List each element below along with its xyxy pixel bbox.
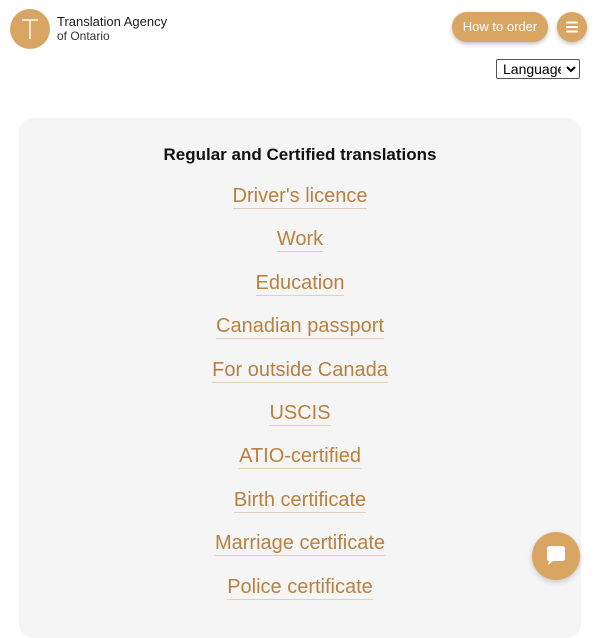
- how-to-order-button[interactable]: How to order: [452, 12, 548, 42]
- logo-text: Translation Agency of Ontario: [57, 14, 167, 44]
- language-select[interactable]: Language: [496, 59, 580, 79]
- list-item: ATIO-certified: [19, 444, 581, 487]
- site-logo[interactable]: Translation Agency of Ontario: [10, 9, 167, 49]
- logo-t-icon: [22, 19, 38, 39]
- link-marriage-certificate[interactable]: Marriage certificate: [214, 531, 386, 557]
- translation-links-list: Driver's licence Work Education Canadian…: [19, 184, 581, 618]
- link-drivers-licence[interactable]: Driver's licence: [232, 184, 368, 209]
- list-item: Marriage certificate: [19, 531, 581, 574]
- list-item: Work: [19, 227, 581, 270]
- link-police-certificate[interactable]: Police certificate: [227, 575, 373, 600]
- logo-mark: [10, 9, 50, 49]
- link-work[interactable]: Work: [276, 227, 324, 253]
- chat-bubble-icon: [547, 546, 565, 565]
- link-atio-certified[interactable]: ATIO-certified: [239, 444, 361, 470]
- translations-panel: Regular and Certified translations Drive…: [19, 118, 581, 638]
- list-item: Police certificate: [19, 575, 581, 618]
- link-birth-certificate[interactable]: Birth certificate: [233, 488, 367, 513]
- list-item: Driver's licence: [19, 184, 581, 227]
- link-education[interactable]: Education: [255, 271, 345, 296]
- link-canadian-passport[interactable]: Canadian passport: [216, 314, 384, 340]
- menu-button[interactable]: [557, 12, 587, 42]
- logo-name-line2: of Ontario: [57, 29, 110, 43]
- link-uscis[interactable]: USCIS: [269, 401, 331, 426]
- link-outside-canada[interactable]: For outside Canada: [212, 358, 388, 383]
- list-item: For outside Canada: [19, 358, 581, 401]
- chat-button[interactable]: [532, 532, 580, 580]
- panel-title: Regular and Certified translations: [163, 145, 437, 164]
- list-item: USCIS: [19, 401, 581, 444]
- site-header: Translation Agency of Ontario How to ord…: [0, 0, 600, 60]
- list-item: Canadian passport: [19, 314, 581, 357]
- logo-name-line1: Translation Agency: [57, 14, 168, 29]
- hamburger-icon: [566, 21, 578, 33]
- list-item: Education: [19, 271, 581, 314]
- list-item: Birth certificate: [19, 488, 581, 531]
